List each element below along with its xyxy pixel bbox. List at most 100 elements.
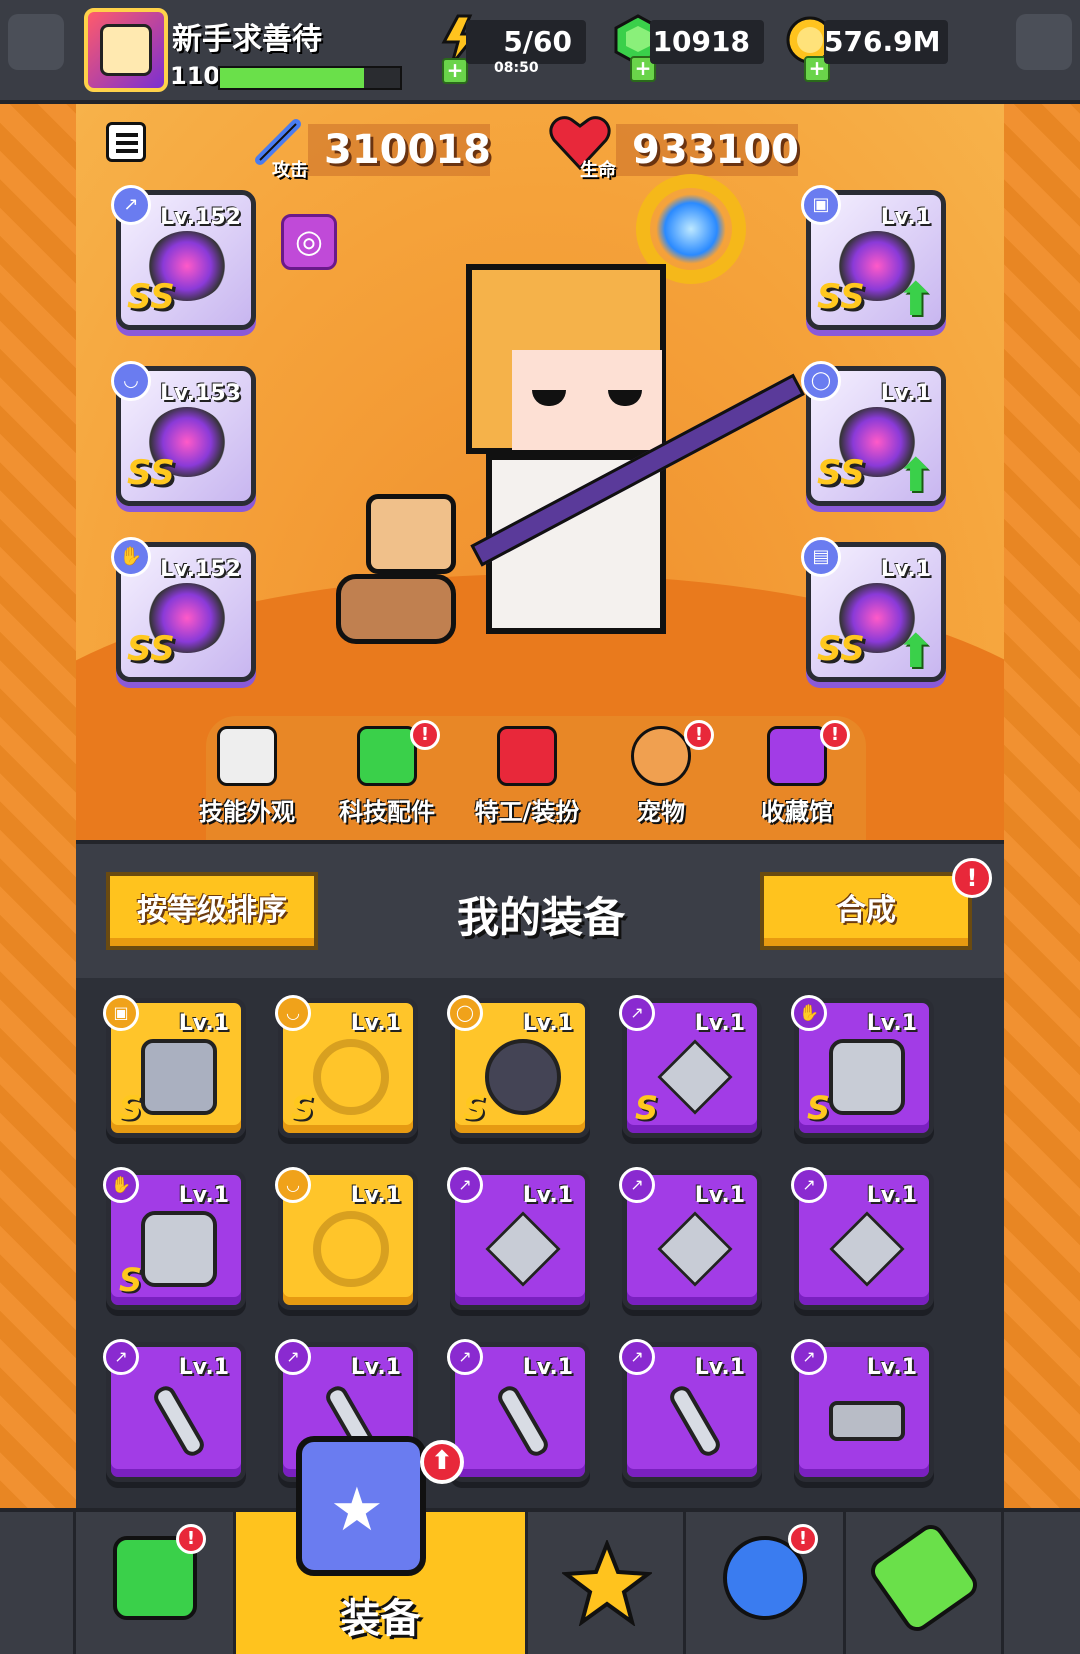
equipped-slot-boots[interactable]: ▤ Lv.1 SS ⬆ [801,537,946,682]
nav-tech-parts[interactable]: 科技配件 ! [322,720,452,836]
hero-face [512,350,662,450]
inventory-item[interactable]: ↗ Lv.1 [791,1339,934,1482]
menu-button[interactable] [106,122,146,162]
item-type-icon: ↗ [447,1339,483,1375]
pet-dog[interactable] [326,484,466,654]
robot-icon [8,14,64,70]
hero-head [466,264,666,454]
bottom-nav-shop[interactable]: ! [76,1512,236,1654]
item-level: Lv.1 [350,1355,401,1380]
item-type-icon: ↗ [103,1339,139,1375]
alert-badge: ! [684,720,714,750]
merge-alert-badge: ! [952,858,992,898]
item-grade: S [635,1089,659,1127]
slot-grade: SS [817,629,865,669]
item-grade: S [119,1089,143,1127]
item-level: Lv.1 [178,1011,229,1036]
slot-level: Lv.153 [160,381,241,406]
item-grade: S [463,1089,487,1127]
inventory-grid: ▣ Lv.1 S ◡ Lv.1 S ◯ Lv.1 S ↗ Lv.1 S ✋ Lv.1 S ✋ Lv.1 S ◡ Lv.… [76,978,1004,1508]
kunai-icon [657,1039,733,1115]
item-level: Lv.1 [350,1183,401,1208]
bottom-nav: ! 装备 ! [0,1508,1080,1654]
item-grade: S [807,1089,831,1127]
inventory-item[interactable]: ✋ Lv.1 S [791,995,934,1138]
merge-button[interactable]: 合成 [760,872,972,950]
inventory-item[interactable]: ◯ Lv.1 S [447,995,590,1138]
item-grade: S [291,1089,315,1127]
inventory-item[interactable]: ✋ Lv.1 S [103,1167,246,1310]
necklace-type-icon: ◡ [111,361,151,401]
inventory-item[interactable]: ↗ Lv.1 [447,1339,590,1482]
nav-collection[interactable]: 收藏馆 ! [732,720,862,836]
star-swords-icon [562,1540,652,1626]
item-type-icon: ↗ [619,995,655,1031]
item-level: Lv.1 [694,1011,745,1036]
robot-icon [1016,14,1072,70]
equipped-slot-necklace[interactable]: ◡ Lv.153 SS [111,361,256,506]
sword-icon [141,1382,217,1460]
bottom-nav-left-edge [0,1512,76,1654]
nav-agent-costume[interactable]: 特工/装扮 [462,726,592,836]
inventory-item[interactable]: ↗ Lv.1 S [619,995,762,1138]
slot-level: Lv.1 [880,557,931,582]
item-level: Lv.1 [350,1011,401,1036]
sword-icon [657,1382,733,1460]
slot-grade: SS [817,453,865,493]
equipped-slot-belt[interactable]: ◯ Lv.1 SS ⬆ [801,361,946,506]
inventory-item[interactable]: ↗ Lv.1 [791,1167,934,1310]
item-grade: S [119,1261,143,1299]
item-level: Lv.1 [866,1011,917,1036]
nav-skill-appearance[interactable]: 技能外观 [182,726,312,836]
necklace-icon [313,1211,389,1287]
armor-icon [141,1039,217,1115]
inventory-item[interactable]: ◡ Lv.1 [275,1167,418,1310]
equip-tab-label: 装备 [340,1596,421,1642]
bottom-nav-skills[interactable] [528,1512,686,1654]
item-level: Lv.1 [866,1355,917,1380]
slot-grade: SS [127,629,175,669]
slot-level: Lv.152 [160,557,241,582]
slot-grade: SS [817,277,865,317]
inventory-item[interactable]: ↗ Lv.1 [619,1339,762,1482]
nav-label: 特工/装扮 [474,798,580,826]
target-button[interactable]: ◎ [281,214,337,270]
item-level: Lv.1 [522,1355,573,1380]
sort-by-level-button[interactable]: 按等级排序 [106,872,318,950]
upgrade-arrow-icon: ⬆ [896,272,935,326]
inventory-item[interactable]: ▣ Lv.1 S [103,995,246,1138]
equipped-slot-armor[interactable]: ▣ Lv.1 SS ⬆ [801,185,946,330]
equipment-title: 我的装备 [456,893,625,942]
glove-type-icon: ✋ [111,537,151,577]
ball-hat-icon [217,726,277,786]
belt-icon [485,1039,561,1115]
right-border [1004,0,1080,1650]
alert-badge: ! [788,1524,818,1554]
equipment-tab-icon[interactable]: ★ [296,1436,426,1576]
inventory-item[interactable]: ◡ Lv.1 S [275,995,418,1138]
equipped-slot-glove[interactable]: ✋ Lv.152 SS [111,537,256,682]
nav-pet[interactable]: 宠物 ! [596,720,726,836]
item-level: Lv.1 [694,1183,745,1208]
inventory-item[interactable]: ↗ Lv.1 [447,1167,590,1310]
bottom-nav-dna[interactable] [846,1512,1004,1654]
alert-badge: ! [176,1524,206,1554]
item-level: Lv.1 [178,1355,229,1380]
bottom-nav-right-edge [1004,1512,1080,1654]
inventory-item[interactable]: ↗ Lv.1 [619,1167,762,1310]
kunai-icon [657,1211,733,1287]
nav-label: 科技配件 [339,798,435,826]
slot-level: Lv.1 [880,205,931,230]
equipped-slot-weapon[interactable]: ↗ Lv.152 SS [111,185,256,330]
treasure-chest-icon [767,726,827,786]
item-type-icon: ↗ [791,1167,827,1203]
upgrade-arrow-icon: ⬆ [896,624,935,678]
hp-value: 933100 [616,124,799,176]
ninja-mask-icon [497,726,557,786]
kunai-icon [485,1211,561,1287]
bottom-nav-world[interactable]: ! [686,1512,846,1654]
inventory-item[interactable]: ↗ Lv.1 [103,1339,246,1482]
item-type-icon: ▣ [103,995,139,1031]
left-border [0,0,76,1650]
main-area: 攻击 310018 生命 933100 ◎ ↗ Lv.152 SS ◡ Lv.1… [76,0,1004,1650]
